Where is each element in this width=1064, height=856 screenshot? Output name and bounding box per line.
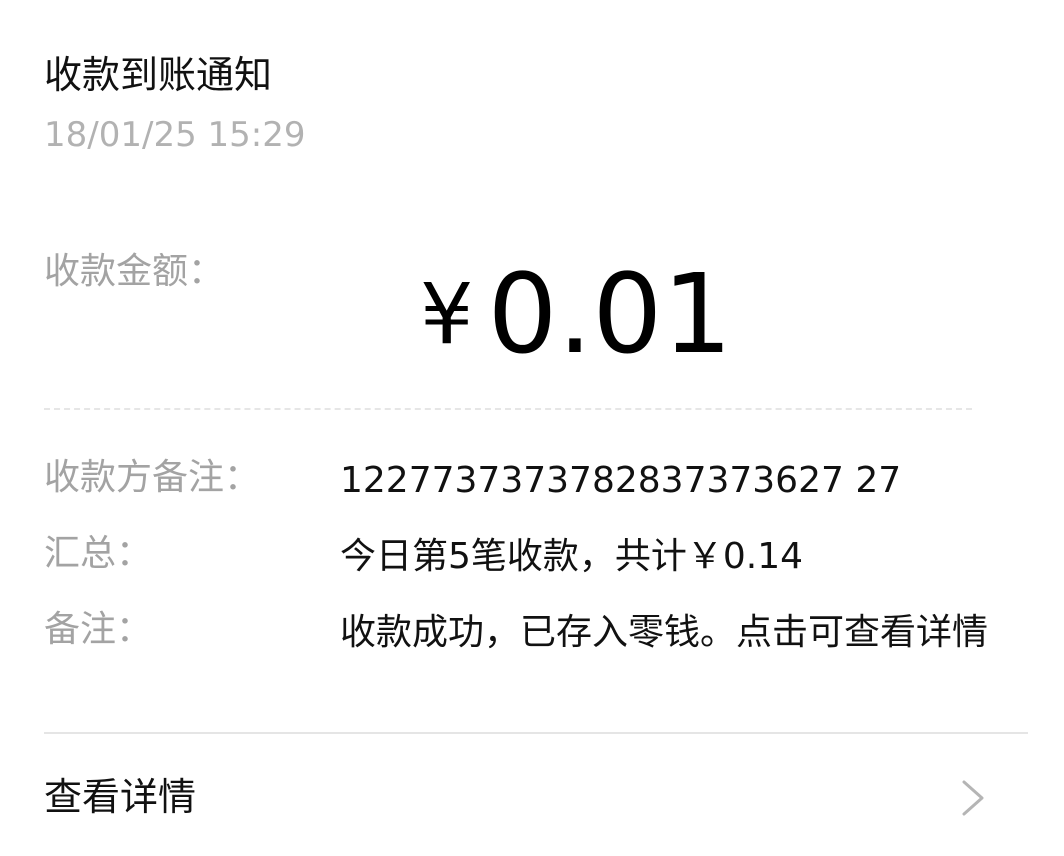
payee-note-label: 收款方备注： bbox=[44, 457, 261, 498]
notification-timestamp: 18/01/25 15:29 bbox=[44, 115, 306, 155]
view-details-link[interactable]: 查看详情 bbox=[0, 734, 1064, 856]
currency-symbol: ¥ bbox=[420, 265, 474, 363]
dashed-divider bbox=[44, 408, 972, 410]
payee-note-value: 1227737373782837373627 27 bbox=[340, 460, 902, 501]
remark-value: 收款成功，已存入零钱。点击可查看详情 bbox=[340, 612, 989, 653]
remark-label: 备注： bbox=[44, 609, 153, 650]
summary-value: 今日第5笔收款，共计￥0.14 bbox=[340, 536, 804, 577]
chevron-right-icon bbox=[962, 780, 984, 816]
amount-display: ¥ 0.01 bbox=[420, 252, 732, 376]
amount-label: 收款金额： bbox=[44, 251, 225, 292]
view-details-label: 查看详情 bbox=[44, 775, 197, 819]
amount-value: 0.01 bbox=[487, 250, 733, 378]
notification-title: 收款到账通知 bbox=[44, 53, 273, 97]
payment-notification-card[interactable]: 收款到账通知 18/01/25 15:29 收款金额： ¥ 0.01 收款方备注… bbox=[0, 0, 1064, 856]
summary-label: 汇总： bbox=[44, 533, 153, 574]
